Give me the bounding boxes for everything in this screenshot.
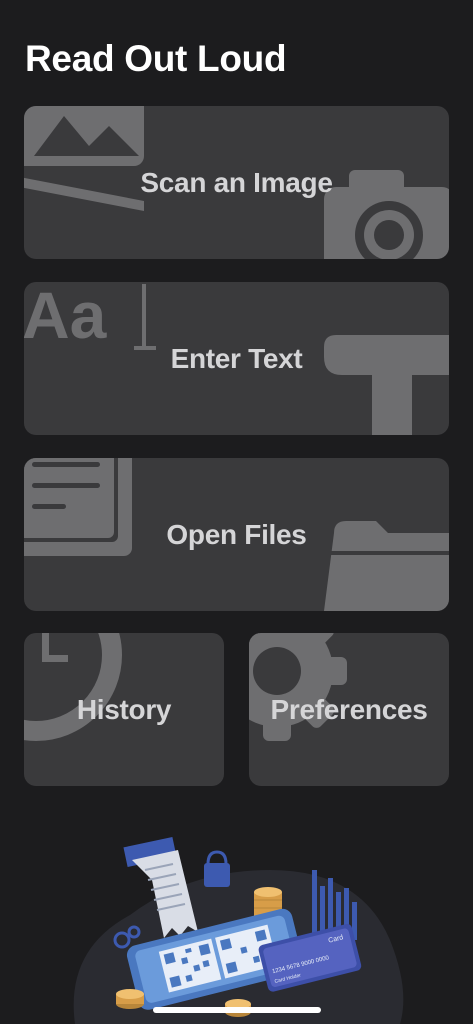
preferences-label: Preferences: [270, 693, 428, 725]
scan-image-label: Scan an Image: [140, 166, 333, 198]
clock-icon: [24, 633, 122, 741]
coin-icon: [116, 989, 144, 1009]
preferences-button[interactable]: Preferences: [249, 633, 449, 786]
enter-text-label: Enter Text: [170, 342, 303, 374]
gear-icon: [249, 633, 347, 741]
open-files-label: Open Files: [166, 518, 307, 550]
history-label: History: [76, 693, 172, 725]
history-button[interactable]: History: [24, 633, 224, 786]
svg-text:Aa: Aa: [24, 282, 108, 352]
home-indicator[interactable]: [153, 1007, 321, 1013]
enter-text-button[interactable]: Aa Enter Text: [24, 282, 449, 435]
page-title: Read Out Loud: [25, 38, 287, 79]
open-files-button[interactable]: Open Files: [24, 458, 449, 611]
payment-illustration: Card 1234 5678 9000 0000 Card Holder: [73, 837, 404, 1024]
lock-icon: [204, 850, 230, 887]
scan-image-button[interactable]: Scan an Image: [24, 106, 449, 259]
